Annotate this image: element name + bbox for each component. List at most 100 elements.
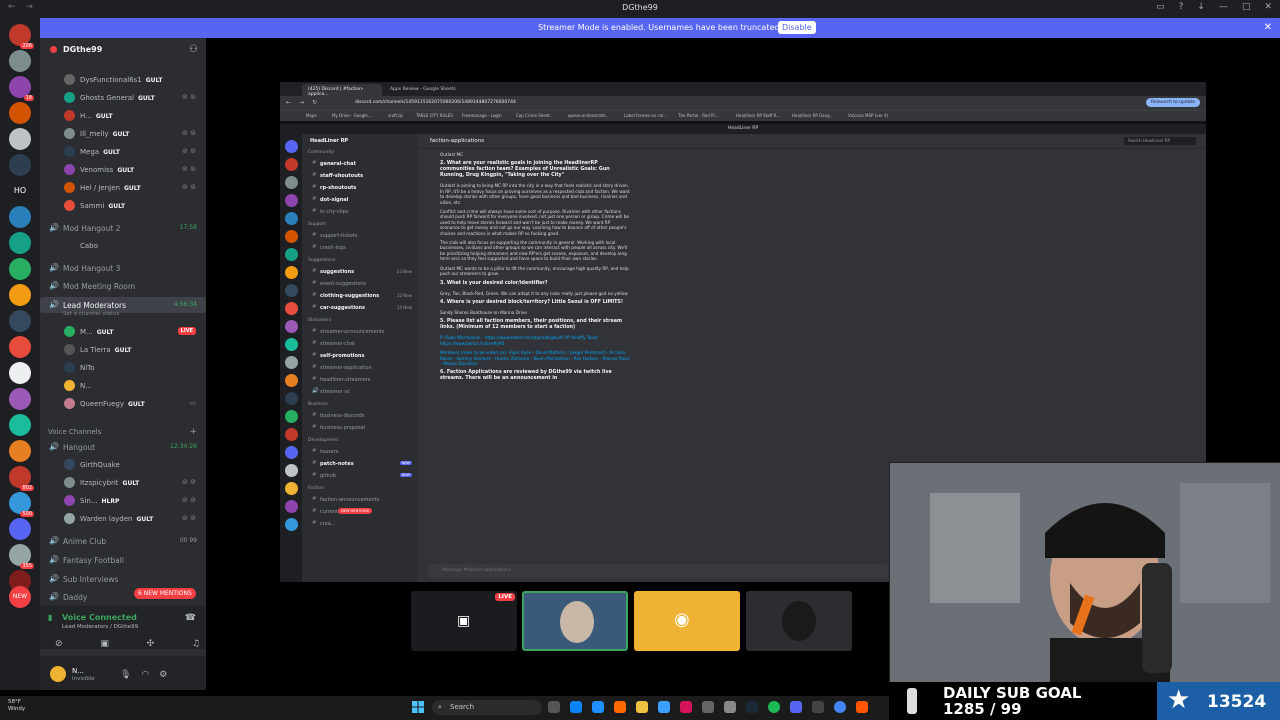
chrome-icon[interactable] bbox=[834, 701, 846, 713]
voice-member[interactable]: DysFunctional6s1 GULT bbox=[40, 72, 206, 88]
stream-tile[interactable]: ▣ LIVE bbox=[411, 591, 517, 651]
voice-member[interactable]: Sammi GULT bbox=[40, 198, 206, 214]
app-icon[interactable] bbox=[702, 701, 714, 713]
disable-streamer-mode-button[interactable]: Disable bbox=[778, 21, 816, 34]
server-icon[interactable]: 355 bbox=[9, 544, 34, 569]
voice-channel-mod-hangout-2[interactable]: 🔊 Mod Hangout 2 17:58 bbox=[40, 220, 206, 236]
voice-member[interactable]: Ghosts General GULT ⊘ ⊘ bbox=[40, 90, 206, 106]
server-icon[interactable]: HO bbox=[9, 180, 31, 202]
voice-channel-fantasy-football[interactable]: 🔊 Fantasy Football bbox=[40, 552, 206, 568]
server-icon[interactable] bbox=[9, 336, 31, 358]
app-icon[interactable] bbox=[680, 701, 692, 713]
browser-tab[interactable]: Apps Review - Google Sheets bbox=[384, 84, 464, 96]
bookmark[interactable]: queue.onlinestrats... bbox=[568, 113, 609, 118]
app-icon[interactable] bbox=[658, 701, 670, 713]
voice-member[interactable]: QueenFuegy GULT ▭ bbox=[40, 396, 206, 412]
bookmark[interactable]: Freemanage - Login bbox=[462, 113, 502, 118]
file-explorer-icon[interactable] bbox=[636, 701, 648, 713]
server-icon[interactable]: 500 bbox=[9, 492, 34, 517]
bookmark[interactable]: Vulcana MSP (ver 4) bbox=[848, 113, 888, 118]
category-voice-channels[interactable]: Voice Channels + bbox=[40, 424, 206, 440]
screen-share-icon[interactable]: ▣ bbox=[100, 639, 109, 649]
soundboard-icon[interactable]: ♫ bbox=[192, 639, 200, 649]
server-header[interactable]: DGthe99 ⚇ bbox=[40, 38, 206, 62]
user-video-tile[interactable] bbox=[522, 591, 628, 651]
new-mentions-pill[interactable]: 6 NEW MENTIONS bbox=[134, 588, 196, 599]
server-icon[interactable] bbox=[9, 388, 31, 410]
voice-member[interactable]: Cabo bbox=[40, 238, 206, 254]
back-icon[interactable]: ← bbox=[286, 99, 291, 106]
bookmark[interactable]: TABLE CITY RULES bbox=[416, 113, 453, 118]
user-tile[interactable] bbox=[746, 591, 852, 651]
voice-member[interactable]: Venomiss GULT ⊘ ⊘ bbox=[40, 162, 206, 178]
add-channel-icon[interactable]: + bbox=[189, 427, 197, 437]
bookmark[interactable]: The Portal - Red Ri... bbox=[678, 113, 719, 118]
discord-icon[interactable] bbox=[790, 701, 802, 713]
reload-icon[interactable]: ↻ bbox=[312, 99, 317, 106]
bookmark[interactable]: sraft.tjs bbox=[388, 113, 403, 118]
avatar[interactable] bbox=[50, 666, 66, 682]
activities-icon[interactable]: ✣ bbox=[147, 639, 155, 649]
bookmark[interactable]: Headliner RP Gang... bbox=[792, 113, 834, 118]
edge-icon[interactable] bbox=[570, 701, 582, 713]
settings-gear-icon[interactable]: ⚙ bbox=[159, 670, 167, 680]
server-icon[interactable] bbox=[9, 362, 31, 384]
forward-icon[interactable]: → bbox=[299, 99, 304, 106]
server-icon[interactable] bbox=[9, 440, 31, 462]
server-icon[interactable]: 206 bbox=[9, 24, 34, 49]
browser-tab[interactable]: (425) Discord | #faction-applica... bbox=[302, 84, 382, 97]
weather-widget[interactable]: 58°F Windy bbox=[8, 699, 25, 713]
voice-status[interactable]: Voice Connected bbox=[62, 613, 137, 622]
server-icon[interactable] bbox=[9, 232, 31, 254]
server-icon[interactable] bbox=[9, 258, 31, 280]
inbox-icon[interactable]: ▭ bbox=[1156, 2, 1165, 12]
server-icon[interactable] bbox=[9, 414, 31, 436]
headphones-icon[interactable]: ◠ bbox=[141, 670, 149, 680]
server-icon[interactable] bbox=[9, 50, 31, 72]
voice-member[interactable]: Ill_melly GULT ⊘ ⊘ bbox=[40, 126, 206, 142]
download-icon[interactable]: ↓ bbox=[1197, 2, 1205, 12]
steam-icon[interactable] bbox=[746, 701, 758, 713]
server-icon[interactable] bbox=[9, 310, 31, 332]
camera-off-icon[interactable]: ⊘ bbox=[55, 639, 63, 649]
voice-member[interactable]: M... GULT LIVE bbox=[40, 324, 206, 340]
new-server-icon[interactable]: NEW bbox=[9, 586, 31, 608]
bookmark[interactable]: Maps bbox=[306, 113, 317, 118]
app-icon[interactable] bbox=[592, 701, 604, 713]
soundcloud-icon[interactable] bbox=[856, 701, 868, 713]
server-icon[interactable]: 18 bbox=[9, 76, 34, 101]
settings-gear-icon[interactable] bbox=[724, 701, 736, 713]
bookmark[interactable]: My Drive - Google... bbox=[332, 113, 372, 118]
server-icon[interactable] bbox=[9, 102, 31, 124]
bookmark[interactable]: Headliner RP Staff R... bbox=[736, 113, 780, 118]
server-icon[interactable] bbox=[9, 518, 31, 540]
url-field[interactable]: discord.com/channels/1459115162075060206… bbox=[355, 100, 516, 105]
bookmark[interactable]: Cop Crime Sheet... bbox=[516, 113, 554, 118]
server-icon[interactable] bbox=[9, 206, 31, 228]
voice-member[interactable]: La Tierra GULT bbox=[40, 342, 206, 358]
voice-member[interactable]: GirthQuake bbox=[40, 457, 206, 473]
microphone-icon[interactable]: 🎙 bbox=[120, 670, 131, 680]
server-icon[interactable] bbox=[9, 154, 31, 176]
voice-member[interactable]: Hel / JenJen GULT ⊘ ⊘ bbox=[40, 180, 206, 196]
voice-channel-hangout[interactable]: 🔊 Hangout 12:34:26 bbox=[40, 439, 206, 455]
voice-channel-sub-interviews[interactable]: 🔊 Sub Interviews bbox=[40, 571, 206, 587]
voice-channel-anime-club[interactable]: 🔊 Anime Club 00 99 bbox=[40, 533, 206, 549]
windows-start-icon[interactable] bbox=[412, 701, 424, 713]
voice-member[interactable]: H... GULT bbox=[40, 108, 206, 124]
voice-channel-mod-meeting-room[interactable]: 🔊 Mod Meeting Room bbox=[40, 278, 206, 294]
user-tile[interactable]: ◉ bbox=[634, 591, 740, 651]
close-window-icon[interactable]: ✕ bbox=[1264, 2, 1272, 12]
task-view-icon[interactable] bbox=[548, 701, 560, 713]
minimize-icon[interactable]: — bbox=[1219, 2, 1228, 12]
relaunch-button[interactable]: Relaunch to update bbox=[1146, 98, 1200, 107]
add-user-icon[interactable]: ⚇ bbox=[189, 44, 198, 55]
voice-channel-mod-hangout-3[interactable]: 🔊 Mod Hangout 3 bbox=[40, 260, 206, 276]
help-icon[interactable]: ? bbox=[1179, 2, 1184, 12]
server-icon[interactable] bbox=[9, 284, 31, 306]
taskbar-search[interactable]: ⌕ Search bbox=[432, 700, 542, 715]
server-icon[interactable] bbox=[9, 128, 31, 150]
voice-member[interactable]: Itzspicybrit GULT ⊘ ⊘ bbox=[40, 475, 206, 491]
voice-member[interactable]: NiTo bbox=[40, 360, 206, 376]
channel-status[interactable]: Set a channel status bbox=[63, 311, 119, 317]
